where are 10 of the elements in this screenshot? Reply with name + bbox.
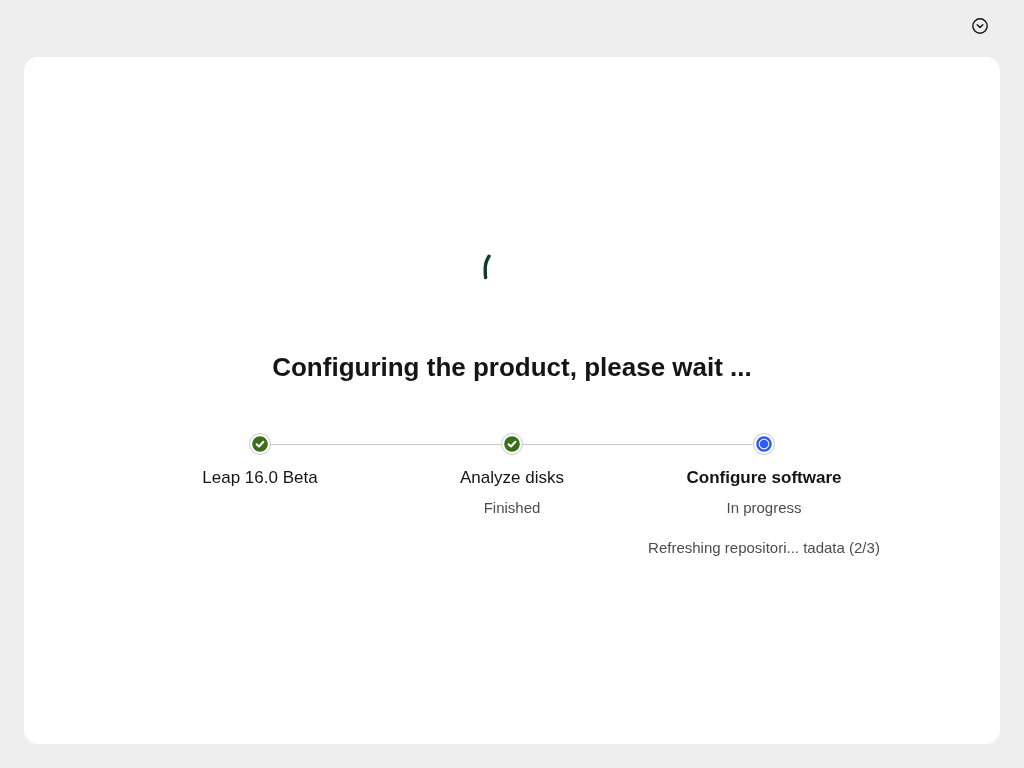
step-title: Analyze disks	[460, 467, 564, 489]
chevron-down-circle-icon	[972, 18, 988, 34]
expand-button[interactable]	[972, 18, 988, 34]
loading-spinner-icon	[483, 254, 491, 280]
step-progress-text: Refreshing repositori... tadata (2/3)	[648, 538, 880, 558]
step-title: Configure software	[686, 467, 842, 489]
page-heading: Configuring the product, please wait ...	[272, 351, 752, 383]
step-status: In progress	[726, 498, 802, 518]
step-title: Leap 16.0 Beta	[202, 467, 318, 489]
step-status: Finished	[483, 498, 541, 518]
